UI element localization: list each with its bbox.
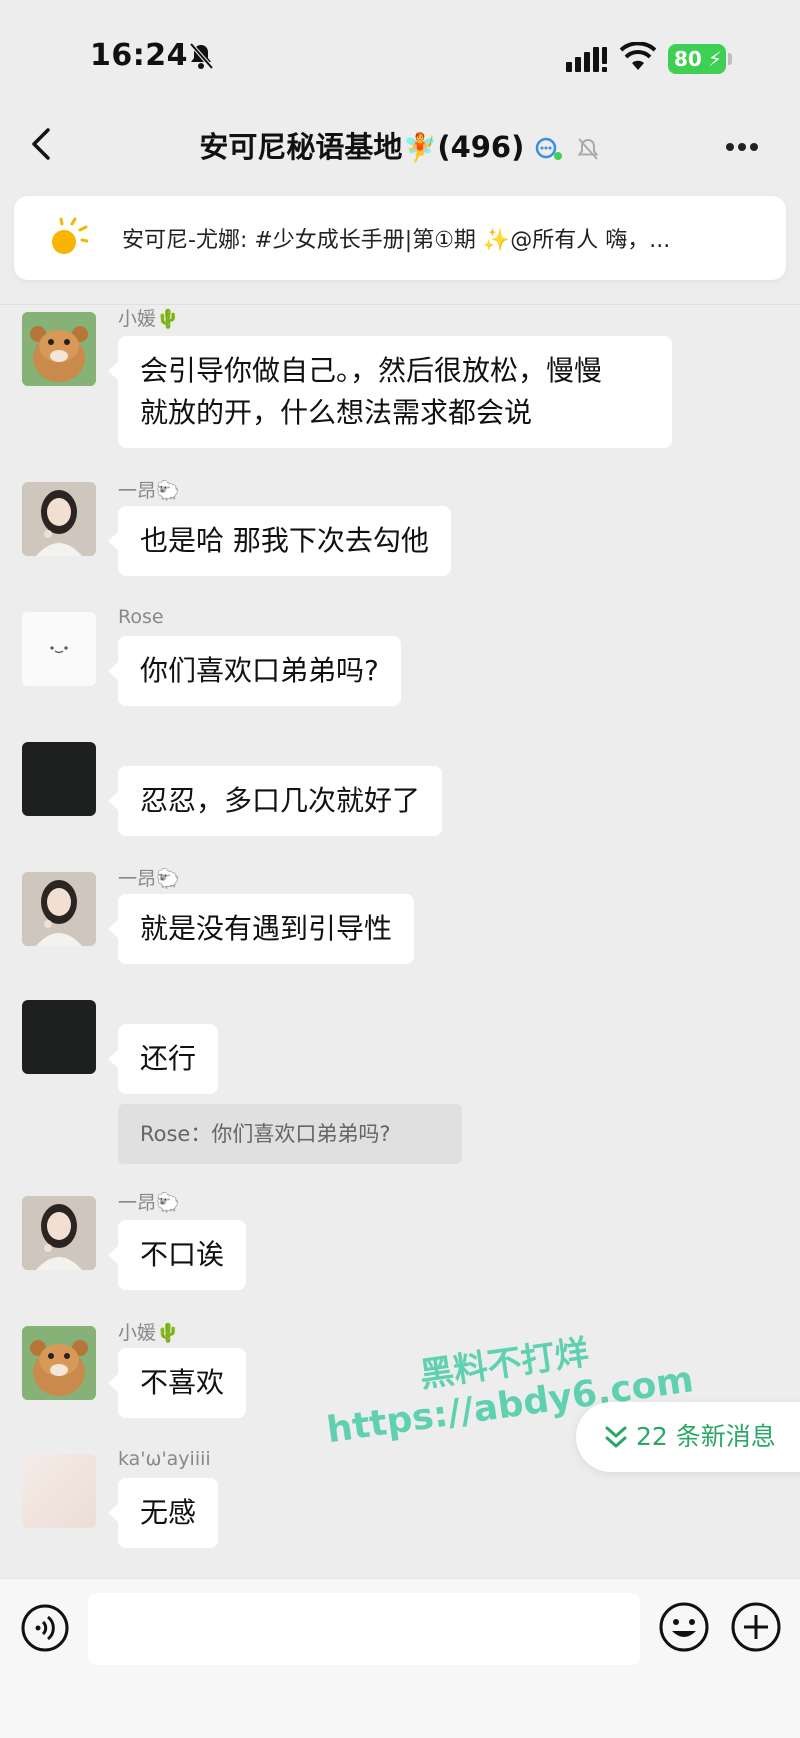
muted-bell-icon	[577, 138, 599, 160]
pinned-announcement[interactable]: 安可尼-尤娜: #少女成长手册|第①期 ✨@所有人 嗨，...	[14, 196, 786, 280]
message-bubble[interactable]: 不口诶	[107, 1220, 247, 1290]
emoji-icon[interactable]	[658, 1601, 710, 1653]
chat-header: 安可尼秘语基地🧚(496)	[0, 110, 800, 190]
message-line: 忍忍，多口几次就好了	[140, 784, 421, 817]
message-line: 不喜欢	[140, 1366, 225, 1399]
battery-indicator: 80 ⚡	[668, 44, 726, 74]
message-line: 你们喜欢口弟弟吗?	[140, 654, 379, 687]
group-chat-icon	[536, 137, 563, 160]
plus-icon[interactable]	[730, 1601, 782, 1653]
sender-name: 一昂🐑	[118, 480, 180, 502]
message-line: 无感	[140, 1496, 197, 1529]
member-count: (496)	[437, 130, 525, 164]
fairy-emoji: 🧚	[402, 131, 438, 164]
sender-name: ka'ω'ayiiii	[118, 1448, 211, 1470]
message-bubble[interactable]: 会引导你做自己。，然后很放松，慢慢 就放的开，什么想法需求都会说	[108, 336, 672, 448]
avatar[interactable]	[22, 1326, 96, 1400]
sender-name: 一昂🐑	[118, 1192, 180, 1214]
message-line: 不口诶	[140, 1238, 225, 1271]
message-line: 也是哈 那我下次去勾他	[140, 524, 429, 557]
quoted-message[interactable]: Rose：你们喜欢口弟弟吗?	[118, 1104, 462, 1164]
sender-name: 小媛🌵	[118, 1322, 180, 1344]
message-line: 就放的开，什么想法需求都会说	[140, 396, 533, 429]
girl-avatar-icon	[22, 872, 96, 946]
sender-name: Rose	[118, 606, 164, 628]
avatar[interactable]	[22, 1454, 96, 1528]
message-bubble[interactable]: 不喜欢	[107, 1348, 247, 1418]
input-bar	[0, 1578, 800, 1738]
message-line: 就是没有遇到引导性	[140, 912, 393, 945]
avatar[interactable]	[22, 612, 96, 686]
message-bubble[interactable]: 也是哈 那我下次去勾他	[108, 506, 451, 576]
new-messages-label: 22 条新消息	[636, 1422, 776, 1451]
sun-icon	[52, 217, 88, 254]
mute-bell-icon	[189, 42, 214, 70]
new-messages-button[interactable]: 22 条新消息	[576, 1402, 800, 1472]
sender-name: 一昂🐑	[118, 868, 180, 890]
avatar[interactable]	[22, 872, 96, 946]
avatar[interactable]	[22, 742, 96, 816]
message-bubble[interactable]: 你们喜欢口弟弟吗?	[108, 636, 401, 706]
avatar[interactable]	[22, 482, 96, 556]
bear-avatar-icon	[22, 1326, 96, 1400]
message-bubble[interactable]: 无感	[107, 1478, 219, 1548]
avatar[interactable]	[22, 1000, 96, 1074]
message-line: 会引导你做自己。，然后很放松，慢慢	[140, 354, 603, 387]
smile-avatar-icon	[22, 612, 96, 686]
message-line: 还行	[140, 1042, 197, 1075]
avatar[interactable]	[22, 312, 96, 386]
double-chevron-down-icon	[605, 1426, 627, 1448]
battery-cap	[728, 53, 732, 65]
status-time: 16:24	[90, 38, 188, 73]
message-input[interactable]	[88, 1593, 640, 1665]
cellular-signal-icon	[566, 47, 607, 72]
status-bar: 16:24 80 ⚡	[0, 0, 800, 110]
more-options-icon[interactable]	[726, 136, 766, 152]
girl-avatar-icon	[22, 482, 96, 556]
wifi-icon	[620, 42, 656, 70]
message-bubble[interactable]: 还行	[107, 1024, 219, 1094]
chat-title[interactable]: 安可尼秘语基地🧚(496)	[0, 124, 800, 166]
voice-input-icon[interactable]	[20, 1603, 70, 1653]
group-name: 安可尼秘语基地	[199, 130, 403, 164]
announcement-text: 安可尼-尤娜: #少女成长手册|第①期 ✨@所有人 嗨，...	[122, 228, 671, 253]
sender-name: 小媛🌵	[118, 308, 180, 330]
girl-avatar-icon	[22, 1196, 96, 1270]
bear-avatar-icon	[22, 312, 96, 386]
battery-level: 80	[674, 47, 702, 71]
charging-bolt-icon: ⚡	[707, 47, 722, 71]
message-bubble[interactable]: 就是没有遇到引导性	[107, 894, 415, 964]
message-bubble[interactable]: 忍忍，多口几次就好了	[107, 766, 443, 836]
avatar[interactable]	[22, 1196, 96, 1270]
